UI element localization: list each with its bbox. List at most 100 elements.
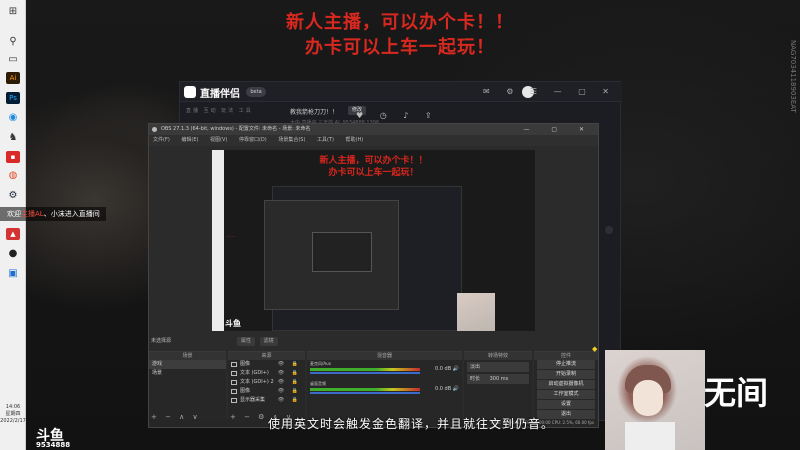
duration-label: 时长	[470, 376, 481, 382]
volume-meter	[310, 368, 420, 371]
zhibo-tabs[interactable]: 直播 互动 玩法 工具	[186, 107, 253, 114]
chat-toggle-icon[interactable]	[605, 226, 613, 234]
zhibo-toolbar-icons[interactable]: ♥ ◷ ♪ ⇪	[356, 111, 439, 120]
scenes-dock-title: 场景	[149, 352, 226, 360]
source-buttons: 属性 滤镜	[237, 337, 281, 346]
text-source-icon	[231, 380, 237, 385]
visibility-lock-icons[interactable]: 👁 🔒	[278, 369, 301, 378]
visibility-lock-icons[interactable]: 👁 🔒	[278, 378, 301, 387]
visibility-lock-icons[interactable]: 👁 🔒	[278, 396, 301, 405]
menu-tools[interactable]: 工具(T)	[317, 137, 334, 143]
duration-value[interactable]: 300 ms	[490, 376, 509, 382]
source-item[interactable]: 文本 (GDI+) 👁 🔒	[228, 369, 305, 378]
source-label: 图像	[240, 388, 251, 394]
overlay-line-2: 办卡可以上车一起玩！	[305, 37, 495, 58]
menu-file[interactable]: 文件(F)	[153, 137, 170, 143]
mixer-channel: 麦克风/Aux 0.0 dB 🔊	[307, 360, 462, 380]
sources-dock-title: 来源	[228, 352, 305, 360]
source-label: 显示器采集	[240, 397, 266, 403]
app-icon[interactable]: ▪	[6, 151, 20, 163]
obs-preview[interactable]: 新人主播，可以办个卡！！ 办卡可以上车一起玩！ ——— 斗鱼	[212, 150, 535, 331]
preview-avatar	[457, 293, 495, 331]
volume-slider[interactable]	[310, 392, 420, 394]
avatar-collar	[625, 422, 675, 450]
zhibo-logo-icon	[184, 86, 196, 98]
douyu-room-id: 9534888	[36, 441, 71, 449]
controls-dock: 控件 停止推流 开始录制 启动虚拟摄像机 工作室模式 设置 退出	[534, 351, 598, 425]
scene-item[interactable]: 场景	[149, 369, 226, 378]
filters-button[interactable]: 滤镜	[259, 337, 278, 346]
channel-name: 桌面音频	[310, 381, 326, 386]
menu-docks[interactable]: 停靠窗口(D)	[239, 137, 267, 143]
join-notification: 欢迎主播AL、小沫进入直播间	[0, 207, 106, 221]
resize-marker-icon: ◆	[592, 345, 598, 353]
overlay-line-1: 新人主播，可以办个卡！！	[286, 12, 514, 33]
avatar-face	[633, 380, 663, 416]
image-source-icon	[231, 362, 237, 367]
source-label: 图像	[240, 361, 251, 367]
obs-titlebar: OBS 27.1.3 (64-bit, windows) - 配置文件: 未命名…	[149, 124, 598, 135]
source-item[interactable]: 图像 👁 🔒	[228, 387, 305, 396]
text-source-icon	[231, 371, 237, 376]
clock-time[interactable]: 14:06	[0, 404, 26, 411]
preview-douyu-logo: 斗鱼	[225, 319, 241, 328]
zhibo-header: 直播伴侣 beta ✉ ⚙ ☰ — ▢ ✕	[180, 82, 622, 102]
studio-mode-button[interactable]: 工作室模式	[537, 390, 595, 399]
clock-day: 星期四	[5, 411, 21, 417]
properties-button[interactable]: 属性	[237, 337, 256, 346]
preview-overlay-line-2: 办卡可以上车一起玩！	[328, 168, 419, 178]
scene-item[interactable]: 游戏	[149, 360, 226, 369]
photoshop-icon[interactable]: Ps	[6, 92, 20, 104]
room-title: 教我箭枪刀刀！！	[290, 109, 339, 116]
chrome-icon[interactable]: ◍	[6, 170, 20, 182]
monitor-source-icon	[231, 398, 237, 403]
volume-slider[interactable]	[310, 372, 420, 374]
steam-icon[interactable]: ⚙	[6, 190, 20, 202]
windows-taskbar: ⊞ ⚲ ▭ Ai Ps ◉ ♞ ▪ ◍ ⚙ ▲ ● ▣ 14:06 星期四 20…	[0, 0, 26, 450]
menu-help[interactable]: 帮助(H)	[346, 137, 364, 143]
scenes-dock: 场景 游戏 场景 + − ∧ ∨	[149, 351, 226, 425]
source-label: 文本 (GDI+)	[240, 370, 269, 376]
image-source-icon	[231, 389, 237, 394]
obs-icon[interactable]: ●	[6, 248, 20, 260]
vertical-id: NAG7034118903EAT	[789, 40, 797, 113]
virtual-camera-button[interactable]: 启动虚拟摄像机	[537, 380, 595, 389]
mixer-channel: 桌面音频 0.0 dB 🔊	[307, 380, 462, 400]
obs-menubar: 文件(F) 编辑(E) 视图(V) 停靠窗口(D) 场景集合(S) 工具(T) …	[149, 135, 598, 146]
edge-icon[interactable]: ◉	[6, 112, 20, 124]
obs-window: OBS 27.1.3 (64-bit, windows) - 配置文件: 未命名…	[148, 123, 599, 428]
stop-streaming-button[interactable]: 停止推流	[537, 360, 595, 369]
menu-edit[interactable]: 编辑(E)	[181, 137, 198, 143]
join-prefix: 欢迎	[7, 210, 21, 218]
obs-logo-icon	[152, 127, 157, 132]
menu-scene-collection[interactable]: 场景集合(S)	[278, 137, 305, 143]
channel-level[interactable]: 0.0 dB 🔊	[435, 366, 459, 372]
obs-title: OBS 27.1.3 (64-bit, windows) - 配置文件: 未命名…	[161, 126, 311, 132]
zhibo-window-controls[interactable]: ✉ ⚙ ☰ — ▢ ✕	[483, 87, 616, 96]
join-nick: 主播AL	[21, 210, 44, 218]
source-item[interactable]: 文本 (GDI+) 2 👁 🔒	[228, 378, 305, 387]
source-item[interactable]: 图像 👁 🔒	[228, 360, 305, 369]
menu-view[interactable]: 视图(V)	[210, 137, 227, 143]
transitions-dock: 转场特效 淡出 时长 300 ms	[464, 351, 532, 425]
preview-nested-obs	[312, 232, 372, 272]
visibility-lock-icons[interactable]: 👁 🔒	[278, 360, 301, 369]
channel-level[interactable]: 0.0 dB 🔊	[435, 386, 459, 392]
preview-join-msg: ———	[226, 234, 235, 238]
sources-dock: 来源 图像 👁 🔒 文本 (GDI+) 👁 🔒 文本 (GDI+) 2 👁 🔒 …	[228, 351, 305, 425]
volume-meter	[310, 388, 420, 391]
mixer-dock: 混音器 麦克风/Aux 0.0 dB 🔊 桌面音频 0.0 dB 🔊	[307, 351, 462, 425]
transition-select[interactable]: 淡出	[467, 362, 529, 372]
start-recording-button[interactable]: 开始录制	[537, 370, 595, 379]
visibility-lock-icons[interactable]: 👁 🔒	[278, 387, 301, 396]
obs-window-controls[interactable]: — ▢ ✕	[523, 124, 594, 135]
douyu-icon[interactable]: ▲	[6, 228, 20, 240]
zhibo-app-name: 直播伴侣	[200, 89, 240, 100]
qq-icon[interactable]: ♞	[6, 132, 20, 144]
screenshot-icon[interactable]: ▣	[6, 268, 20, 280]
illustrator-icon[interactable]: Ai	[6, 72, 20, 84]
streamer-avatar	[605, 350, 705, 450]
source-item[interactable]: 显示器采集 👁 🔒	[228, 396, 305, 405]
settings-button[interactable]: 设置	[537, 400, 595, 409]
duration-row[interactable]: 时长 300 ms	[467, 374, 529, 384]
